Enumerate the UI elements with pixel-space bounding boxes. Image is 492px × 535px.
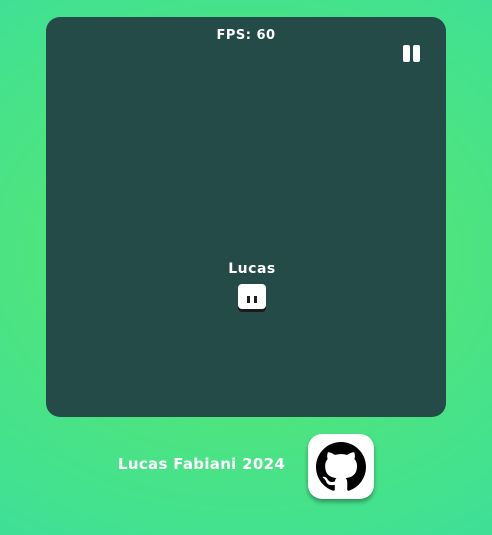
github-link-button[interactable] (308, 434, 374, 499)
player-eye-right (254, 296, 257, 303)
fps-counter: FPS: 60 (216, 28, 276, 43)
github-icon (316, 442, 366, 491)
player-character (238, 284, 266, 309)
footer-credit: Lucas Fabiani 2024 (118, 455, 286, 473)
player-name-label: Lucas (228, 261, 276, 277)
player-eye-left (247, 296, 250, 303)
pause-button[interactable] (403, 45, 420, 62)
game-canvas[interactable]: FPS: 60 Lucas (46, 17, 446, 417)
